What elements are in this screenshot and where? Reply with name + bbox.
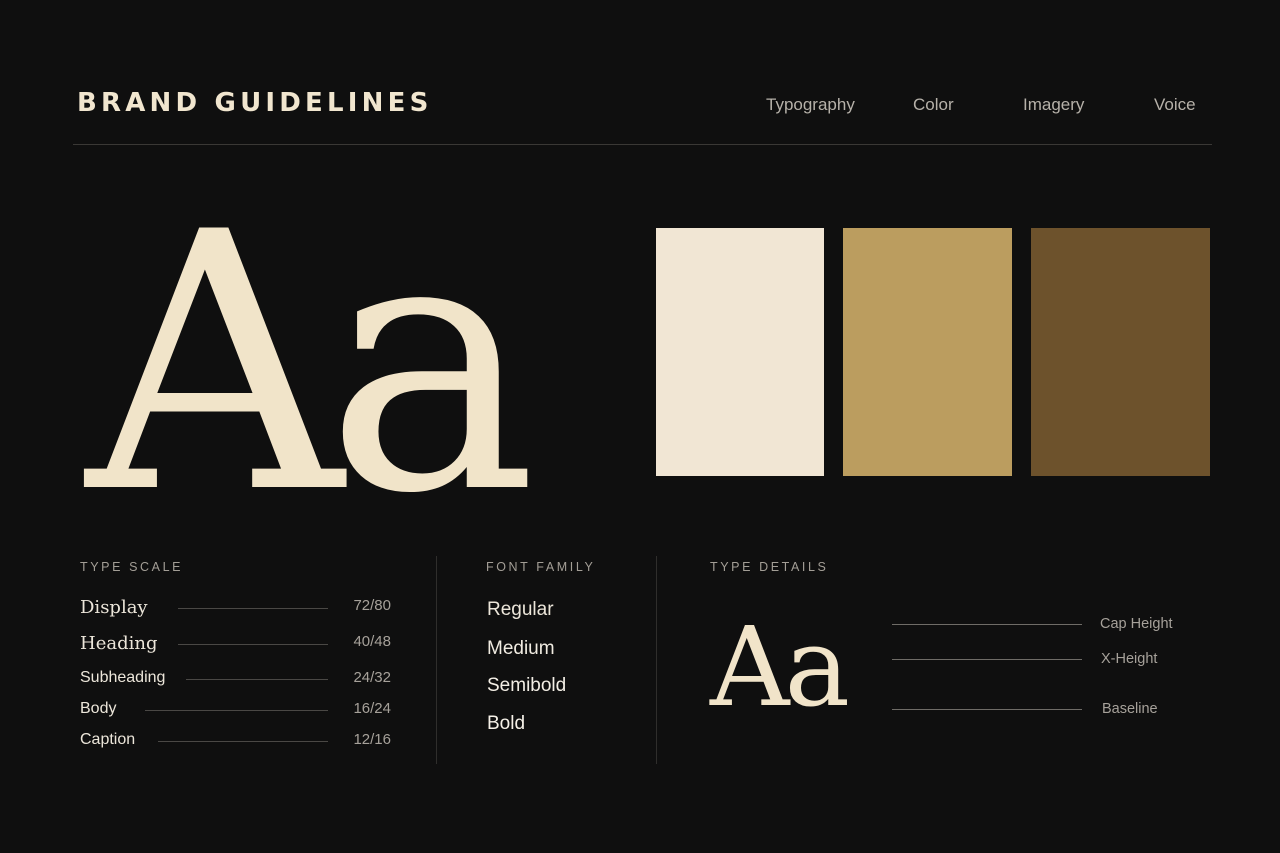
color-swatch-bronze xyxy=(1031,228,1210,476)
x-height-label: X-Height xyxy=(1101,651,1158,667)
font-family-label: FONT FAMILY xyxy=(486,560,596,574)
scale-leader-line xyxy=(178,644,328,645)
type-details-label: TYPE DETAILS xyxy=(710,560,829,574)
scale-name: Subheading xyxy=(80,669,166,686)
color-swatch-gold xyxy=(843,228,1012,476)
nav-item-voice[interactable]: Voice xyxy=(1154,95,1196,115)
brand-guidelines-page: BRAND GUIDELINES Typography Color Imager… xyxy=(0,0,1280,853)
scale-name: Heading xyxy=(80,633,158,654)
cap-height-line xyxy=(892,624,1082,625)
nav-item-color[interactable]: Color xyxy=(913,95,954,115)
baseline-line xyxy=(892,709,1082,710)
cap-height-label: Cap Height xyxy=(1100,616,1173,632)
baseline-label: Baseline xyxy=(1102,701,1158,717)
x-height-line xyxy=(892,659,1082,660)
scale-row-display: Display 72/80 xyxy=(80,597,391,621)
column-divider xyxy=(436,556,437,764)
large-type-specimen: Aa xyxy=(86,157,537,571)
color-swatch-cream xyxy=(656,228,824,476)
scale-leader-line xyxy=(145,710,328,711)
scale-row-caption: Caption 12/16 xyxy=(80,731,391,755)
scale-name: Caption xyxy=(80,731,136,748)
scale-name: Body xyxy=(80,700,117,717)
scale-row-heading: Heading 40/48 xyxy=(80,633,391,657)
weight-medium: Medium xyxy=(487,638,555,659)
scale-value: 24/32 xyxy=(353,669,391,686)
column-divider xyxy=(656,556,657,764)
scale-row-subheading: Subheading 24/32 xyxy=(80,669,391,693)
scale-value: 16/24 xyxy=(353,700,391,717)
scale-row-body: Body 16/24 xyxy=(80,700,391,724)
small-type-specimen: Aa xyxy=(710,603,850,731)
scale-leader-line xyxy=(158,741,328,742)
page-title: BRAND GUIDELINES xyxy=(77,88,433,118)
scale-value: 12/16 xyxy=(353,731,391,748)
nav-item-imagery[interactable]: Imagery xyxy=(1023,95,1084,115)
scale-name: Display xyxy=(80,597,148,618)
header-divider xyxy=(73,144,1212,145)
scale-value: 72/80 xyxy=(353,597,391,614)
scale-value: 40/48 xyxy=(353,633,391,650)
scale-leader-line xyxy=(186,679,328,680)
weight-regular: Regular xyxy=(487,599,554,620)
type-scale-label: TYPE SCALE xyxy=(80,560,184,574)
weight-semibold: Semibold xyxy=(487,675,567,696)
nav-item-typography[interactable]: Typography xyxy=(766,95,855,115)
scale-leader-line xyxy=(178,608,328,609)
weight-bold: Bold xyxy=(487,713,526,734)
